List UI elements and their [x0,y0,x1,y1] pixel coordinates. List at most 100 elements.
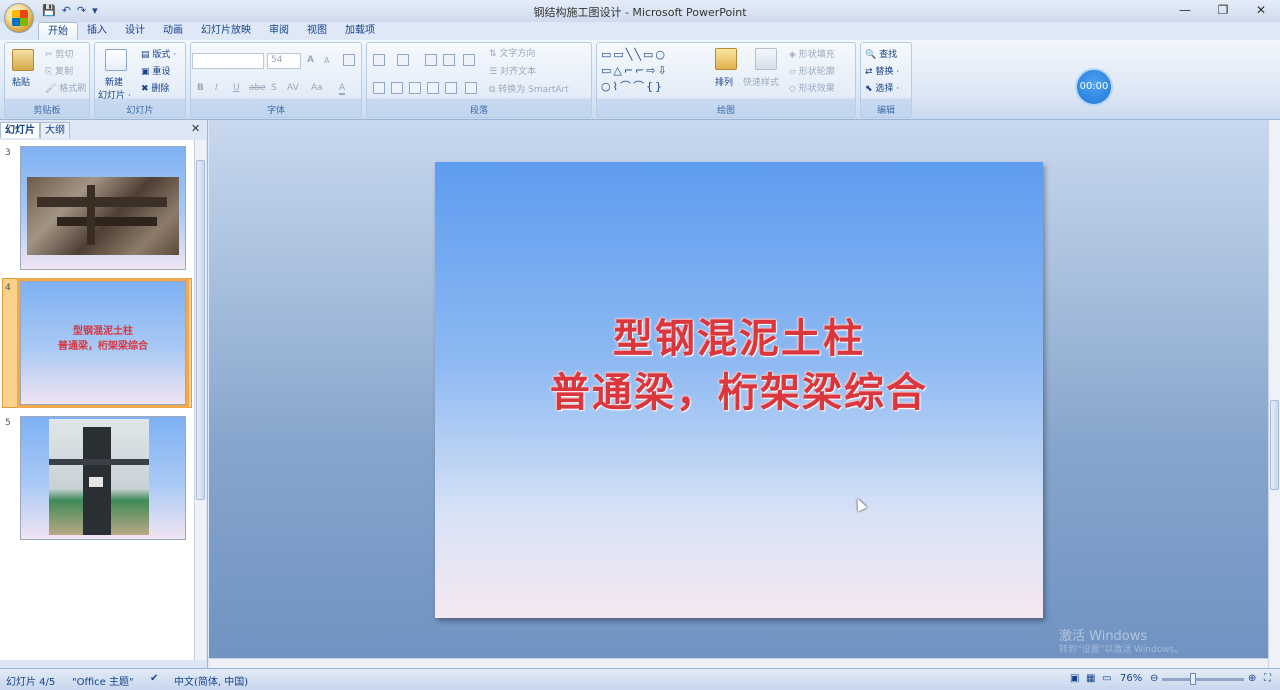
window-controls: — ❐ ✕ [1166,0,1280,20]
shrink-font-button[interactable]: A [324,56,329,65]
minimize-button[interactable]: — [1166,0,1204,20]
paragraph-label: 段落 [469,106,488,116]
close-button[interactable]: ✕ [1242,0,1280,20]
tab-addins[interactable]: 加载项 [336,22,384,40]
office-logo-icon [12,10,28,26]
bold-button[interactable]: B [197,83,204,93]
editor-vertical-scrollbar[interactable] [1268,120,1280,668]
align-text-button[interactable]: ☰ 对齐文本 [489,64,536,77]
delete-slide-button[interactable]: ✖ 删除 [141,81,169,94]
tab-review[interactable]: 审阅 [260,22,298,40]
numbering-icon[interactable] [397,54,409,66]
arrange-button[interactable]: 排列 [715,75,733,88]
line-spacing-icon[interactable] [463,54,475,66]
reset-button[interactable]: ▣ 重设 [141,64,170,77]
arrange-icon[interactable] [715,48,737,70]
shape-outline-button[interactable]: ▱ 形状轮廓 [789,64,835,77]
font-name-field[interactable] [192,53,264,69]
copy-label: 复制 [55,67,74,77]
underline-button[interactable]: U [233,83,240,93]
drawing-label: 绘图 [716,106,735,116]
new-slide-dropdown[interactable]: 幻灯片 · [98,88,131,101]
format-painter-button[interactable]: 🖌 格式刷 [45,81,86,94]
thumbnail-scrollbar[interactable] [194,140,206,660]
clipboard-group: 粘贴 ✂ 剪切 ⎘ 复制 🖌 格式刷 剪贴板 [4,42,90,118]
editor-horizontal-scrollbar[interactable] [209,658,1268,668]
align-right-icon[interactable] [409,82,421,94]
tab-home[interactable]: 开始 [38,22,78,40]
office-button[interactable] [4,3,34,33]
shapes-gallery[interactable]: ▭▭╲╲▭○ ▭△⌐⌐⇨⇩ ○⌇⌒⌒{} [601,47,701,95]
char-spacing-button[interactable]: AV [287,83,299,93]
normal-view-icon[interactable]: ▣ [1070,673,1079,684]
align-left-icon[interactable] [373,82,385,94]
quick-styles-icon[interactable] [755,48,777,70]
font-size-field[interactable]: 54 [267,53,301,69]
scrollbar-thumb[interactable] [1270,400,1279,490]
decrease-indent-icon[interactable] [425,54,437,66]
increase-indent-icon[interactable] [443,54,455,66]
spellcheck-icon[interactable]: ✔ [150,673,158,684]
quick-styles-button[interactable]: 快速样式 [743,75,779,88]
fit-slide-icon[interactable]: ⛶ [1264,673,1271,684]
replace-button[interactable]: ⇄ 替换 · [865,64,899,77]
slide-sorter-icon[interactable]: ▦ [1086,673,1095,684]
clear-format-icon[interactable] [343,54,355,66]
reset-label: 重设 [152,67,171,77]
language[interactable]: 中文(简体, 中国) [174,673,248,688]
current-slide[interactable]: 型钢混泥土柱 普通梁，桁架梁综合 [435,162,1043,618]
zoom-out-icon[interactable]: ⊖ [1150,673,1158,684]
tab-animations[interactable]: 动画 [154,22,192,40]
timer-badge[interactable]: 00:00 [1075,68,1113,106]
tab-slideshow[interactable]: 幻灯片放映 [192,22,260,40]
slide-position: 幻灯片 4/5 [6,677,56,688]
cut-button[interactable]: ✂ 剪切 [45,47,73,60]
slide-thumb-4[interactable]: 型钢混泥土柱 普通梁，桁架梁综合 [17,278,189,408]
shape-effects-button[interactable]: ◇ 形状效果 [789,81,835,94]
tab-slides[interactable]: 幻灯片 [0,122,40,138]
find-button[interactable]: 🔍 查找 [865,47,897,60]
copy-button[interactable]: ⎘ 复制 [45,64,73,77]
align-center-icon[interactable] [391,82,403,94]
scrollbar-thumb[interactable] [196,160,205,500]
shape-fill-label: 形状填充 [798,50,835,60]
tab-insert[interactable]: 插入 [78,22,116,40]
strike-button[interactable]: abe [249,83,266,93]
slide-thumb-3[interactable] [20,146,186,270]
pane-close-icon[interactable]: ✕ [191,122,200,135]
restore-button[interactable]: ❐ [1204,0,1242,20]
tab-view[interactable]: 视图 [298,22,336,40]
paste-button[interactable]: 粘贴 [12,75,30,88]
zoom-slider[interactable] [1162,678,1244,681]
slide-thumb-5[interactable] [20,416,186,540]
select-button[interactable]: ⬉ 选择 · [865,81,899,94]
shadow-button[interactable]: S [271,83,277,93]
tab-outline[interactable]: 大纲 [40,122,70,138]
layout-button[interactable]: ▤ 版式 · [141,47,176,60]
grow-font-button[interactable]: A [307,55,314,65]
columns-icon[interactable] [465,82,477,94]
new-slide-icon[interactable] [105,49,127,71]
bullets-icon[interactable] [373,54,385,66]
slideshow-icon[interactable]: ▭ [1102,673,1111,684]
zoom-in-icon[interactable]: ⊕ [1248,673,1256,684]
tab-design[interactable]: 设计 [116,22,154,40]
distribute-icon[interactable] [445,82,457,94]
thumbnail-list: 3 4 型钢混泥土柱 普通梁，桁架梁综合 5 [0,140,194,660]
justify-icon[interactable] [427,82,439,94]
zoom-level[interactable]: 76% [1120,673,1142,684]
thumb-line-1: 型钢混泥土柱 [73,326,133,337]
zoom-slider-knob[interactable] [1190,673,1196,685]
slide-title-text[interactable]: 型钢混泥土柱 普通梁，桁架梁综合 [435,312,1043,420]
shape-fill-button[interactable]: ◈ 形状填充 [789,47,835,60]
cut-label: 剪切 [55,50,74,60]
text-direction-button[interactable]: ⇅ 文字方向 [489,46,535,59]
smartart-button[interactable]: ⧉ 转换为 SmartArt [489,82,569,95]
font-color-button[interactable]: A [339,83,346,95]
thumb-line-2: 普通梁，桁架梁综合 [58,341,148,352]
italic-button[interactable]: I [215,83,218,93]
paste-icon[interactable] [12,49,34,71]
change-case-button[interactable]: Aa [311,83,323,93]
format-painter-label: 格式刷 [59,84,87,94]
new-slide-button[interactable]: 新建 [105,75,123,88]
